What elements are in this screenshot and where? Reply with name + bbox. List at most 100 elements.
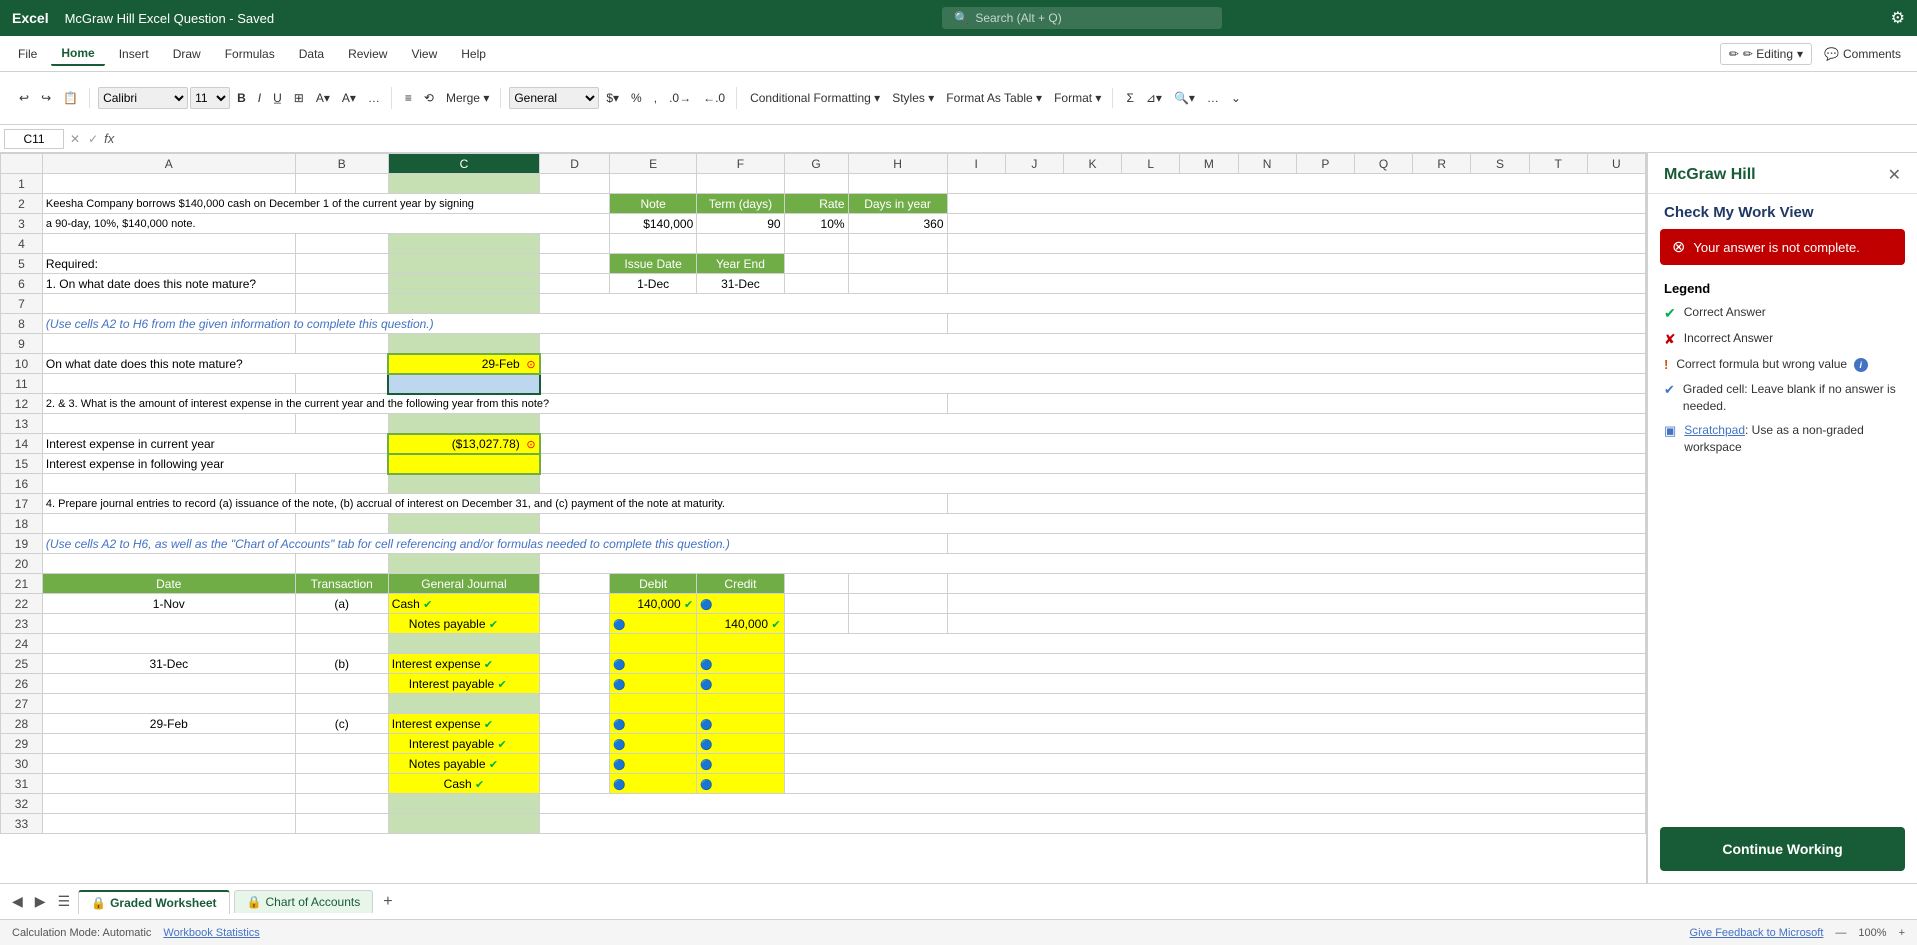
cell-F24[interactable]: [697, 634, 784, 654]
cell-H2-days[interactable]: Days in year: [848, 194, 947, 214]
undo-button[interactable]: ↩: [14, 88, 34, 108]
cell-B30[interactable]: [295, 754, 388, 774]
cell-I3-rest[interactable]: [947, 214, 1645, 234]
cell-I2-rest[interactable]: [947, 194, 1645, 214]
cancel-formula-btn[interactable]: ✕: [68, 132, 82, 146]
col-header-B[interactable]: B: [295, 154, 388, 174]
tab-file[interactable]: File: [8, 43, 47, 65]
percent-btn[interactable]: %: [626, 88, 647, 108]
cell-B4[interactable]: [295, 234, 388, 254]
col-header-Q[interactable]: Q: [1354, 154, 1412, 174]
cell-C10[interactable]: 29-Feb ⊙: [388, 354, 539, 374]
col-header-A[interactable]: A: [42, 154, 295, 174]
col-header-S[interactable]: S: [1471, 154, 1529, 174]
format-btn[interactable]: Format ▾: [1049, 88, 1106, 108]
col-header-U[interactable]: U: [1587, 154, 1645, 174]
cell-D7-rest[interactable]: [540, 294, 1646, 314]
cell-A11[interactable]: [42, 374, 295, 394]
info-icon[interactable]: i: [1854, 358, 1868, 372]
cell-C20[interactable]: [388, 554, 539, 574]
cell-C25[interactable]: Interest expense ✔: [388, 654, 539, 674]
cell-D28[interactable]: [540, 714, 610, 734]
cell-I23-rest[interactable]: [947, 614, 1645, 634]
cell-E29[interactable]: 🔵: [609, 734, 696, 754]
cell-D33-rest[interactable]: [540, 814, 1646, 834]
sum-btn[interactable]: Σ: [1121, 88, 1138, 108]
tab-insert[interactable]: Insert: [109, 43, 159, 65]
comma-btn[interactable]: ,: [649, 88, 662, 108]
fill-color-button[interactable]: A▾: [311, 88, 335, 108]
cell-D5[interactable]: [540, 254, 610, 274]
col-header-T[interactable]: T: [1529, 154, 1587, 174]
number-format-select[interactable]: General Number Currency Percentage: [509, 87, 599, 109]
cell-D6[interactable]: [540, 274, 610, 294]
cell-B29[interactable]: [295, 734, 388, 754]
cell-H21[interactable]: [848, 574, 947, 594]
cell-B26[interactable]: [295, 674, 388, 694]
cell-D13-rest[interactable]: [540, 414, 1646, 434]
cell-B13[interactable]: [295, 414, 388, 434]
cell-C16[interactable]: [388, 474, 539, 494]
cell-G1[interactable]: [784, 174, 848, 194]
cell-D16-rest[interactable]: [540, 474, 1646, 494]
col-header-C[interactable]: C: [388, 154, 539, 174]
cell-A22-date[interactable]: 1-Nov: [42, 594, 295, 614]
cell-E23-debit[interactable]: 🔵: [609, 614, 696, 634]
cell-A28[interactable]: 29-Feb: [42, 714, 295, 734]
cell-A13[interactable]: [42, 414, 295, 434]
col-header-P[interactable]: P: [1296, 154, 1354, 174]
cell-D14-rest[interactable]: [540, 434, 1646, 454]
cell-E31[interactable]: 🔵: [609, 774, 696, 794]
font-size-select[interactable]: 11: [190, 87, 230, 109]
cell-H4[interactable]: [848, 234, 947, 254]
tab-help[interactable]: Help: [451, 43, 496, 65]
cell-B5[interactable]: [295, 254, 388, 274]
cell-A9[interactable]: [42, 334, 295, 354]
cell-G25-rest[interactable]: [784, 654, 1645, 674]
cell-E28[interactable]: 🔵: [609, 714, 696, 734]
cell-I21-rest[interactable]: [947, 574, 1645, 594]
cell-D24[interactable]: [540, 634, 610, 654]
cell-F1[interactable]: [697, 174, 784, 194]
cell-A14[interactable]: Interest expense in current year: [42, 434, 388, 454]
cell-G31-rest[interactable]: [784, 774, 1645, 794]
cell-E4[interactable]: [609, 234, 696, 254]
cell-A19[interactable]: (Use cells A2 to H6, as well as the "Cha…: [42, 534, 947, 554]
settings-icon[interactable]: ⚙: [1891, 8, 1905, 28]
cell-H1[interactable]: [848, 174, 947, 194]
cell-C15[interactable]: [388, 454, 539, 474]
workbook-stats-link[interactable]: Workbook Statistics: [163, 927, 259, 939]
cell-F5-yearend[interactable]: Year End: [697, 254, 784, 274]
cell-A15[interactable]: Interest expense in following year: [42, 454, 388, 474]
cell-D20-rest[interactable]: [540, 554, 1646, 574]
sheet-tab-graded[interactable]: 🔒 Graded Worksheet: [78, 890, 229, 914]
cell-D4[interactable]: [540, 234, 610, 254]
feedback-label[interactable]: Give Feedback to Microsoft: [1690, 927, 1824, 939]
cell-A10[interactable]: On what date does this note mature?: [42, 354, 388, 374]
cell-H3-val[interactable]: 360: [848, 214, 947, 234]
cell-H22[interactable]: [848, 594, 947, 614]
cell-A21-date[interactable]: Date: [42, 574, 295, 594]
cell-A32[interactable]: [42, 794, 295, 814]
comments-button[interactable]: 💬 Comments: [1816, 44, 1909, 64]
search-box[interactable]: 🔍: [942, 7, 1222, 29]
fill-btn[interactable]: ⊿▾: [1141, 88, 1167, 108]
cell-E22-debit[interactable]: 140,000 ✔: [609, 594, 696, 614]
cell-E1[interactable]: [609, 174, 696, 194]
col-header-H[interactable]: H: [848, 154, 947, 174]
cell-E2-note[interactable]: Note: [609, 194, 696, 214]
col-header-F[interactable]: F: [697, 154, 784, 174]
cell-D9-rest[interactable]: [540, 334, 1646, 354]
cell-G23[interactable]: [784, 614, 848, 634]
cell-G2-rate[interactable]: Rate: [784, 194, 848, 214]
cell-F28[interactable]: 🔵: [697, 714, 784, 734]
tab-home[interactable]: Home: [51, 42, 104, 66]
borders-button[interactable]: ⊞: [289, 88, 309, 108]
sheet-tab-accounts[interactable]: 🔒 Chart of Accounts: [234, 890, 374, 913]
cell-D31[interactable]: [540, 774, 610, 794]
cell-D29[interactable]: [540, 734, 610, 754]
col-header-K[interactable]: K: [1063, 154, 1121, 174]
cell-C31[interactable]: Cash ✔: [388, 774, 539, 794]
cell-D18-rest[interactable]: [540, 514, 1646, 534]
col-header-R[interactable]: R: [1413, 154, 1471, 174]
